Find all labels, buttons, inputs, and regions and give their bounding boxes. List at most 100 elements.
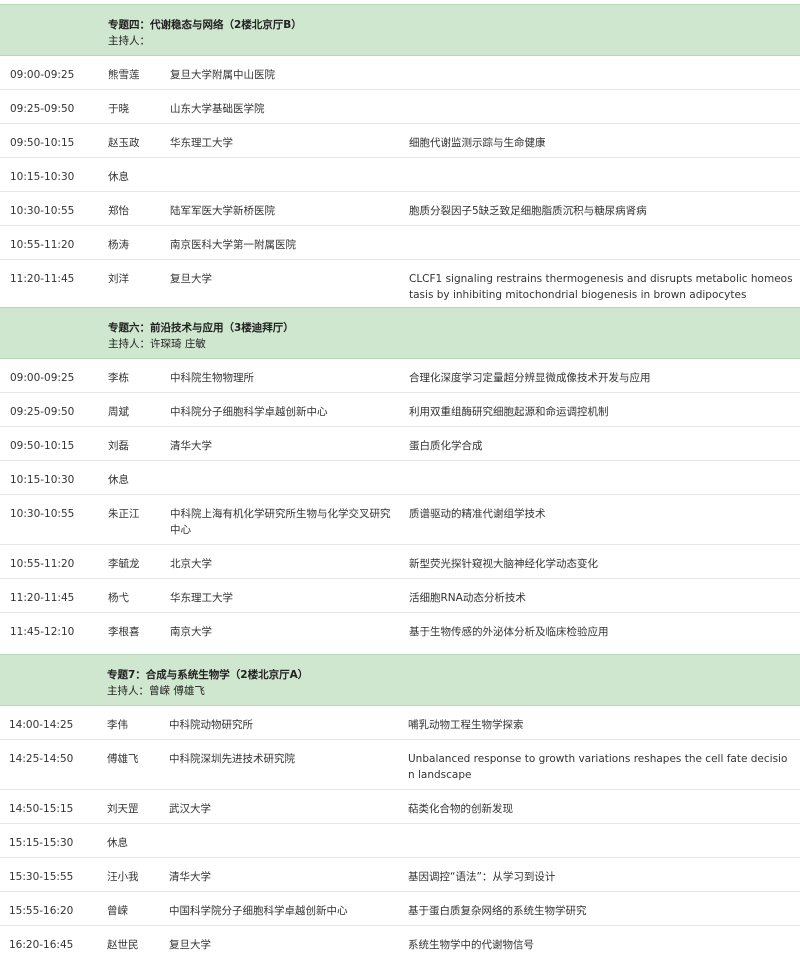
table-row: 11:45-12:10 李根喜 南京大学 基于生物传感的外泌体分析及临床检验应用 bbox=[0, 613, 800, 647]
table-row: 09:25-09:50 于晓 山东大学基础医学院 bbox=[0, 90, 800, 124]
topic-cell: 质谱驱动的精准代谢组学技术 bbox=[409, 508, 546, 520]
speaker-cell: 汪小我 bbox=[107, 871, 139, 883]
section-host: 主持人： bbox=[108, 35, 150, 47]
table-row: 10:30-10:55 郑怡 陆军军医大学新桥医院 胞质分裂因子5缺乏致足细胞脂… bbox=[0, 192, 800, 226]
org-cell: 武汉大学 bbox=[169, 803, 211, 815]
section-title: 专题六：前沿技术与应用（3楼迪拜厅） bbox=[108, 322, 294, 334]
time-cell: 10:15-10:30 bbox=[10, 474, 75, 486]
time-cell: 11:45-12:10 bbox=[10, 626, 75, 638]
time-cell: 15:55-16:20 bbox=[9, 905, 74, 917]
time-cell: 10:15-10:30 bbox=[10, 171, 75, 183]
org-cell: 陆军军医大学新桥医院 bbox=[170, 205, 275, 217]
table-row: 10:15-10:30 休息 bbox=[0, 461, 800, 495]
topic-cell: CLCF1 signaling restrains thermogenesis … bbox=[409, 273, 793, 301]
table-row: 11:20-11:45 刘洋 复旦大学 CLCF1 signaling rest… bbox=[0, 260, 800, 310]
org-cell: 山东大学基础医学院 bbox=[170, 103, 265, 115]
speaker-cell: 曾嵘 bbox=[107, 905, 128, 917]
org-cell: 中科院生物物理所 bbox=[170, 372, 254, 384]
speaker-cell: 刘磊 bbox=[108, 440, 129, 452]
org-cell: 复旦大学 bbox=[170, 273, 212, 285]
speaker-cell: 赵世民 bbox=[107, 939, 139, 951]
session-section: 专题四：代谢稳态与网络（2楼北京厅B） 主持人： 09:00-09:25 熊雪莲… bbox=[0, 4, 800, 310]
time-cell: 10:30-10:55 bbox=[10, 205, 75, 217]
time-cell: 11:20-11:45 bbox=[10, 273, 75, 285]
section-title: 专题四：代谢稳态与网络（2楼北京厅B） bbox=[108, 19, 302, 31]
table-row: 16:20-16:45 赵世民 复旦大学 系统生物学中的代谢物信号 bbox=[0, 926, 800, 960]
org-cell: 复旦大学 bbox=[169, 939, 211, 951]
time-cell: 15:30-15:55 bbox=[9, 871, 74, 883]
speaker-cell: 郑怡 bbox=[108, 205, 129, 217]
speaker-cell: 刘天罡 bbox=[107, 803, 139, 815]
section-host: 主持人：许琛琦 庄敏 bbox=[108, 338, 206, 350]
speaker-cell: 刘洋 bbox=[108, 273, 129, 285]
time-cell: 14:50-15:15 bbox=[9, 803, 74, 815]
table-row: 09:00-09:25 李栋 中科院生物物理所 合理化深度学习定量超分辨显微成像… bbox=[0, 359, 800, 393]
time-cell: 09:50-10:15 bbox=[10, 440, 75, 452]
topic-cell: 细胞代谢监测示踪与生命健康 bbox=[409, 137, 546, 149]
table-row: 10:55-11:20 李毓龙 北京大学 新型荧光探针窥视大脑神经化学动态变化 bbox=[0, 545, 800, 579]
speaker-cell: 李毓龙 bbox=[108, 558, 140, 570]
table-row: 10:30-10:55 朱正江 中科院上海有机化学研究所生物与化学交叉研究中心 … bbox=[0, 495, 800, 545]
time-cell: 10:30-10:55 bbox=[10, 508, 75, 520]
topic-cell: 利用双重组酶研究细胞起源和命运调控机制 bbox=[409, 406, 609, 418]
table-row: 14:50-15:15 刘天罡 武汉大学 萜类化合物的创新发现 bbox=[0, 790, 800, 824]
speaker-cell: 杨弋 bbox=[108, 592, 129, 604]
section-host: 主持人：曾嵘 傅雄飞 bbox=[107, 685, 205, 697]
org-cell: 中科院深圳先进技术研究院 bbox=[169, 753, 295, 765]
time-cell: 09:25-09:50 bbox=[10, 406, 75, 418]
speaker-cell: 朱正江 bbox=[108, 508, 140, 520]
table-row: 15:30-15:55 汪小我 清华大学 基因调控“语法”：从学习到设计 bbox=[0, 858, 800, 892]
time-cell: 10:55-11:20 bbox=[10, 558, 75, 570]
org-cell: 华东理工大学 bbox=[170, 592, 233, 604]
topic-cell: 哺乳动物工程生物学探索 bbox=[408, 719, 524, 731]
topic-cell: 基因调控“语法”：从学习到设计 bbox=[408, 871, 556, 883]
topic-cell: Unbalanced response to growth variations… bbox=[408, 753, 788, 781]
table-row: 15:55-16:20 曾嵘 中国科学院分子细胞科学卓越创新中心 基于蛋白质复杂… bbox=[0, 892, 800, 926]
org-cell: 北京大学 bbox=[170, 558, 212, 570]
topic-cell: 基于生物传感的外泌体分析及临床检验应用 bbox=[409, 626, 609, 638]
org-cell: 南京医科大学第一附属医院 bbox=[170, 239, 296, 251]
table-row: 10:55-11:20 杨涛 南京医科大学第一附属医院 bbox=[0, 226, 800, 260]
time-cell: 14:00-14:25 bbox=[9, 719, 74, 731]
break-label: 休息 bbox=[108, 474, 129, 486]
org-cell: 中国科学院分子细胞科学卓越创新中心 bbox=[169, 905, 348, 917]
table-row: 09:00-09:25 熊雪莲 复旦大学附属中山医院 bbox=[0, 56, 800, 90]
speaker-cell: 杨涛 bbox=[108, 239, 129, 251]
time-cell: 09:00-09:25 bbox=[10, 69, 75, 81]
speaker-cell: 傅雄飞 bbox=[107, 753, 139, 765]
topic-cell: 合理化深度学习定量超分辨显微成像技术开发与应用 bbox=[409, 372, 651, 384]
time-cell: 16:20-16:45 bbox=[9, 939, 74, 951]
break-label: 休息 bbox=[108, 171, 129, 183]
time-cell: 15:15-15:30 bbox=[9, 837, 74, 849]
speaker-cell: 李伟 bbox=[107, 719, 128, 731]
speaker-cell: 熊雪莲 bbox=[108, 69, 140, 81]
org-cell: 复旦大学附属中山医院 bbox=[170, 69, 275, 81]
org-cell: 清华大学 bbox=[169, 871, 211, 883]
org-cell: 中科院分子细胞科学卓越创新中心 bbox=[170, 406, 328, 418]
table-row: 14:25-14:50 傅雄飞 中科院深圳先进技术研究院 Unbalanced … bbox=[0, 740, 800, 790]
time-cell: 10:55-11:20 bbox=[10, 239, 75, 251]
time-cell: 14:25-14:50 bbox=[9, 753, 74, 765]
speaker-cell: 赵玉政 bbox=[108, 137, 140, 149]
org-cell: 华东理工大学 bbox=[170, 137, 233, 149]
table-row: 09:50-10:15 刘磊 清华大学 蛋白质化学合成 bbox=[0, 427, 800, 461]
org-cell: 南京大学 bbox=[170, 626, 212, 638]
speaker-cell: 李根喜 bbox=[108, 626, 140, 638]
break-label: 休息 bbox=[107, 837, 128, 849]
section-header: 专题7：合成与系统生物学（2楼北京厅A） 主持人：曾嵘 傅雄飞 bbox=[0, 654, 800, 706]
topic-cell: 基于蛋白质复杂网络的系统生物学研究 bbox=[408, 905, 587, 917]
speaker-cell: 李栋 bbox=[108, 372, 129, 384]
time-cell: 11:20-11:45 bbox=[10, 592, 75, 604]
topic-cell: 胞质分裂因子5缺乏致足细胞脂质沉积与糖尿病肾病 bbox=[409, 205, 647, 217]
org-cell: 清华大学 bbox=[170, 440, 212, 452]
section-title: 专题7：合成与系统生物学（2楼北京厅A） bbox=[107, 669, 309, 681]
topic-cell: 蛋白质化学合成 bbox=[409, 440, 483, 452]
table-row: 15:15-15:30 休息 bbox=[0, 824, 800, 858]
table-row: 11:20-11:45 杨弋 华东理工大学 活细胞RNA动态分析技术 bbox=[0, 579, 800, 613]
org-cell: 中科院动物研究所 bbox=[169, 719, 253, 731]
table-row: 09:50-10:15 赵玉政 华东理工大学 细胞代谢监测示踪与生命健康 bbox=[0, 124, 800, 158]
topic-cell: 新型荧光探针窥视大脑神经化学动态变化 bbox=[409, 558, 598, 570]
session-section: 专题六：前沿技术与应用（3楼迪拜厅） 主持人：许琛琦 庄敏 09:00-09:2… bbox=[0, 307, 800, 647]
section-header: 专题四：代谢稳态与网络（2楼北京厅B） 主持人： bbox=[0, 4, 800, 56]
table-row: 09:25-09:50 周斌 中科院分子细胞科学卓越创新中心 利用双重组酶研究细… bbox=[0, 393, 800, 427]
